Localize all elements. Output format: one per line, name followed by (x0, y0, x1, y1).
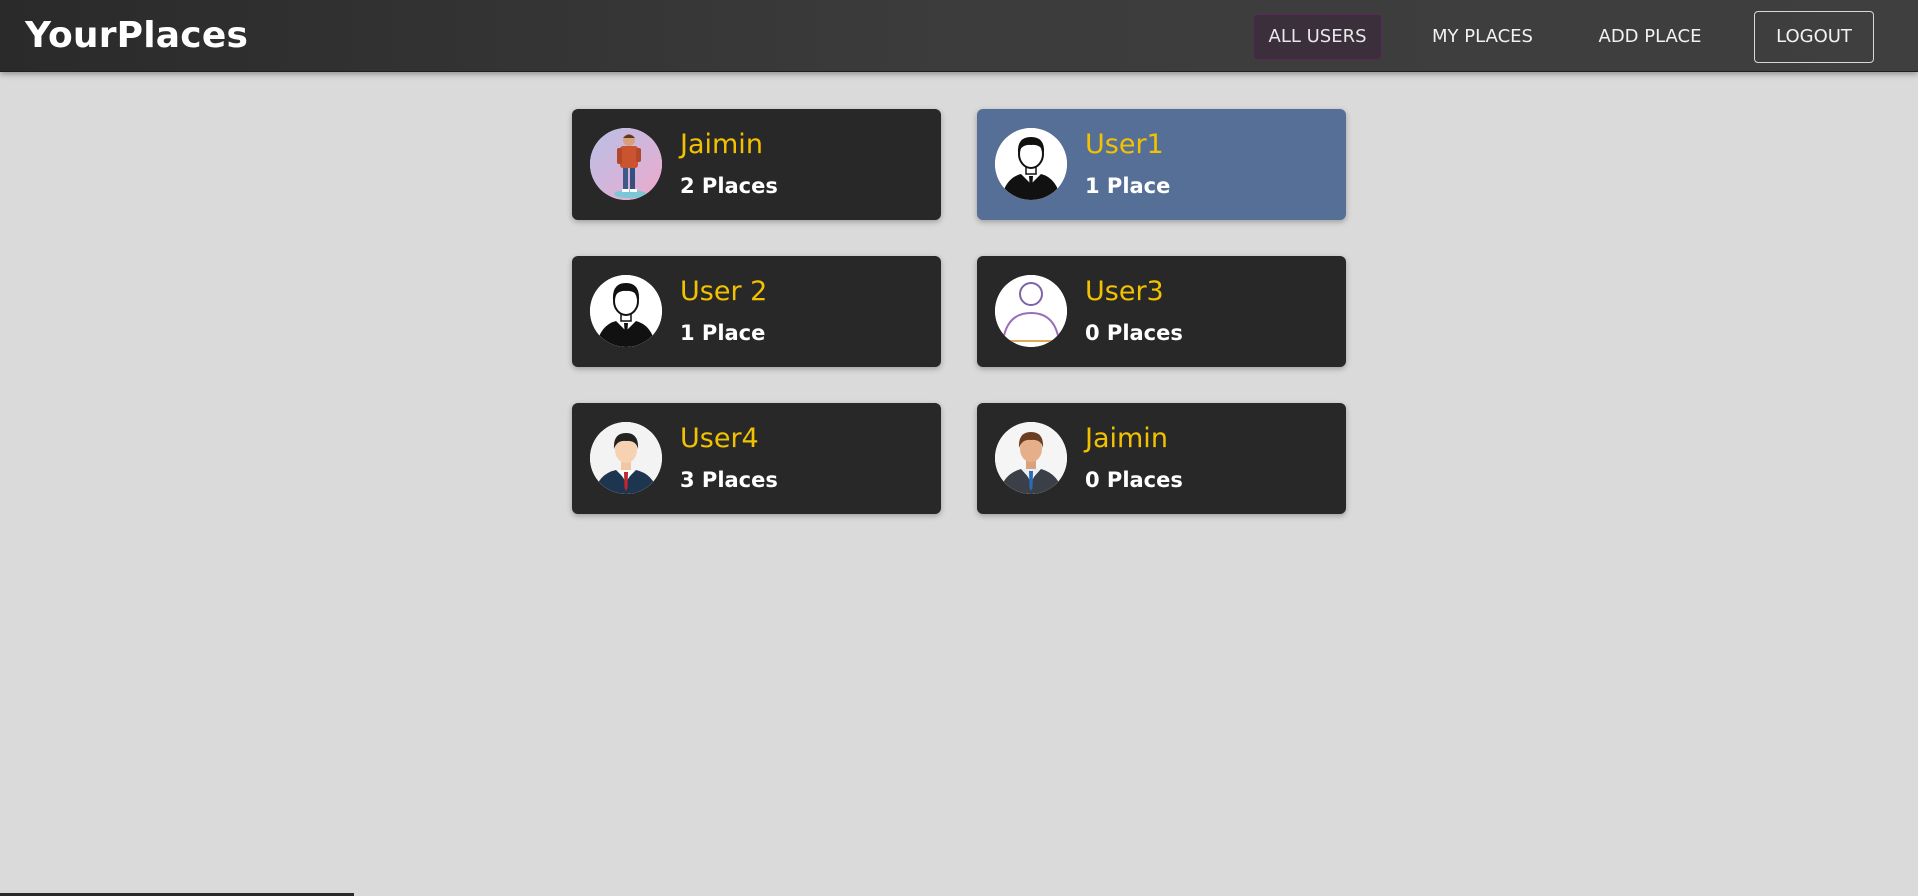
app-logo[interactable]: YourPlaces (25, 14, 248, 58)
logout-button[interactable]: LOGOUT (1754, 11, 1874, 63)
user-place-count: 1 Place (680, 321, 766, 345)
user-name: User4 (680, 423, 759, 454)
user-card[interactable]: User 2 1 Place (572, 256, 941, 367)
nav-my-places[interactable]: MY PLACES (1415, 15, 1550, 59)
businessman-silhouette-avatar (590, 275, 662, 347)
user-name: Jaimin (680, 129, 763, 160)
outline-person-avatar (995, 275, 1067, 347)
user-place-count: 2 Places (680, 174, 778, 198)
nav-add-place[interactable]: ADD PLACE (1590, 15, 1710, 59)
main-header: YourPlaces ALL USERS MY PLACES ADD PLACE… (0, 0, 1918, 72)
user-card[interactable]: Jaimin 2 Places (572, 109, 941, 220)
user-place-count: 0 Places (1085, 468, 1183, 492)
user-name: Jaimin (1085, 423, 1168, 454)
user-name: User 2 (680, 276, 768, 307)
businessman-cartoon-avatar (590, 422, 662, 494)
user-place-count: 3 Places (680, 468, 778, 492)
user-place-count: 1 Place (1085, 174, 1171, 198)
user-card[interactable]: User4 3 Places (572, 403, 941, 514)
businessman-silhouette-avatar (995, 128, 1067, 200)
gamer-photo-avatar (590, 128, 662, 200)
user-card[interactable]: Jaimin 0 Places (977, 403, 1346, 514)
user-name: User1 (1085, 129, 1164, 160)
user-card[interactable]: User1 1 Place (977, 109, 1346, 220)
businessman-blue-suit-avatar (995, 422, 1067, 494)
user-name: User3 (1085, 276, 1164, 307)
nav-all-users[interactable]: ALL USERS (1254, 15, 1381, 59)
user-place-count: 0 Places (1085, 321, 1183, 345)
user-card[interactable]: User3 0 Places (977, 256, 1346, 367)
